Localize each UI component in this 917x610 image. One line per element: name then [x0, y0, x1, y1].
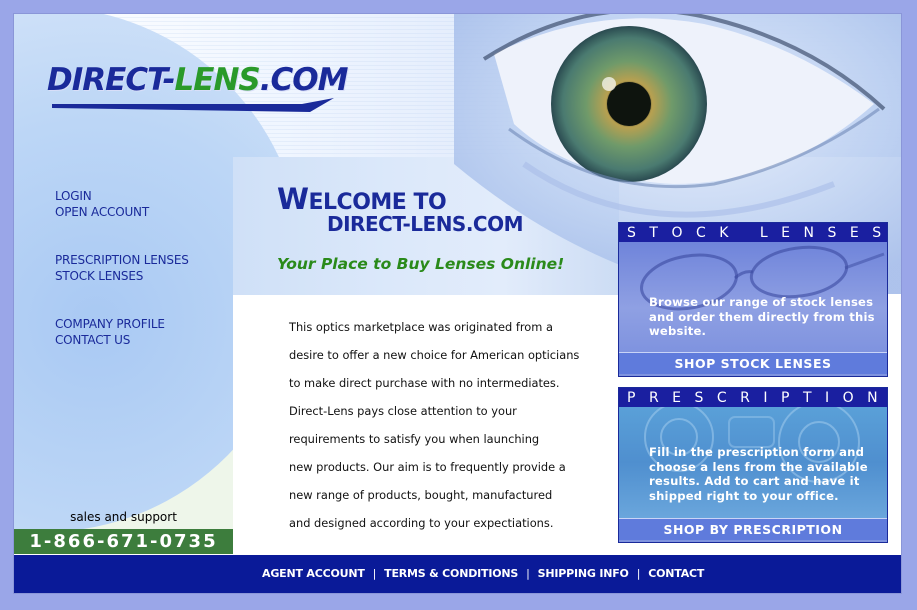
intro-content: This optics marketplace was originated f…	[233, 295, 619, 555]
nav-prescription-lenses[interactable]: PRESCRIPTION LENSES	[55, 252, 189, 268]
intro-line: new range of products, bought, manufactu…	[289, 488, 553, 502]
stock-lenses-title: STOCK LENSES	[619, 223, 887, 242]
welcome-initial: W	[277, 182, 309, 216]
footer-shipping-info[interactable]: SHIPPING INFO	[538, 567, 629, 580]
prescription-title: PRESCRIPTION	[619, 388, 887, 407]
nav-group-company: COMPANY PROFILE CONTACT US	[55, 316, 165, 348]
prescription-body: Fill in the prescription form and choose…	[619, 407, 887, 518]
stock-lenses-panel: STOCK LENSES Browse our range of stock l…	[618, 222, 888, 377]
intro-line: to make direct purchase with no intermed…	[289, 376, 560, 390]
footer-bar: AGENT ACCOUNT | TERMS & CONDITIONS | SHIPPIN…	[14, 555, 901, 593]
footer-links: AGENT ACCOUNT | TERMS & CONDITIONS | SHIPPIN…	[262, 567, 704, 580]
nav-group-lenses: PRESCRIPTION LENSES STOCK LENSES	[55, 252, 189, 284]
intro-line: and designed according to your expectiat…	[289, 516, 554, 530]
intro-line: new products. Our aim is to frequently p…	[289, 460, 566, 474]
nav-stock-lenses[interactable]: STOCK LENSES	[55, 268, 189, 284]
logo-swoosh-icon	[52, 98, 334, 112]
intro-line: This optics marketplace was originated f…	[289, 320, 553, 334]
stock-lenses-description: Browse our range of stock lenses and ord…	[649, 295, 875, 338]
nav-group-account: LOGIN OPEN ACCOUNT	[55, 188, 149, 220]
nav-company-profile[interactable]: COMPANY PROFILE	[55, 316, 165, 332]
footer-separator: |	[372, 567, 377, 580]
page-frame: DIRECT-LENS.COM LOGIN OPEN ACCOUNT PRESC…	[14, 14, 901, 593]
prescription-panel: PRESCRIPTION Fill in the prescription fo…	[618, 387, 888, 543]
intro-line: desire to offer a new choice for America…	[289, 348, 580, 362]
phone-number: 1-866-671-0735	[14, 529, 233, 554]
tagline: Your Place to Buy Lenses Online!	[277, 255, 565, 273]
nav-contact-us[interactable]: CONTACT US	[55, 332, 165, 348]
sales-support-label: sales and support	[70, 510, 177, 524]
shop-by-prescription-button[interactable]: SHOP BY PRESCRIPTION	[619, 518, 887, 540]
logo-text-lens: LENS	[174, 62, 261, 98]
intro-line: Direct-Lens pays close attention to your	[289, 404, 517, 418]
prescription-description: Fill in the prescription form and choose…	[649, 445, 868, 503]
footer-terms-conditions[interactable]: TERMS & CONDITIONS	[384, 567, 518, 580]
nav-open-account[interactable]: OPEN ACCOUNT	[55, 204, 149, 220]
logo-text-com: .COM	[259, 62, 349, 98]
nav-login[interactable]: LOGIN	[55, 188, 149, 204]
intro-paragraph: This optics marketplace was originated f…	[289, 313, 609, 537]
stock-lenses-body: Browse our range of stock lenses and ord…	[619, 242, 887, 352]
footer-separator: |	[636, 567, 641, 580]
footer-agent-account[interactable]: AGENT ACCOUNT	[262, 567, 365, 580]
welcome-site-name: DIRECT-LENS.COM	[327, 212, 524, 236]
intro-line: requirements to satisfy you when launchi…	[289, 432, 540, 446]
footer-separator: |	[526, 567, 530, 580]
logo-text-direct: DIRECT-	[47, 62, 176, 98]
shop-stock-lenses-button[interactable]: SHOP STOCK LENSES	[619, 352, 887, 374]
site-logo[interactable]: DIRECT-LENS.COM	[47, 62, 349, 98]
footer-contact[interactable]: CONTACT	[648, 567, 704, 580]
welcome-heading: WELCOME TO	[277, 182, 447, 216]
